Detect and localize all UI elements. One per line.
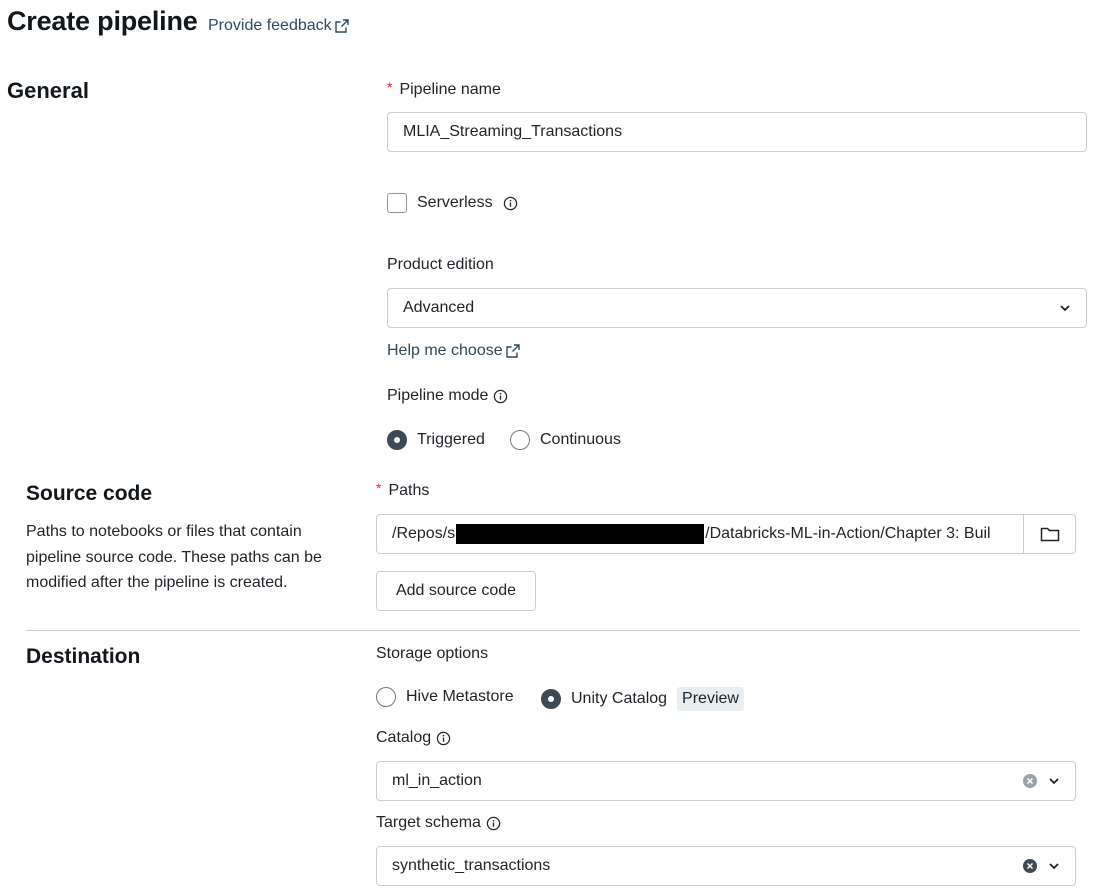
source-code-description: Paths to notebooks or files that contain… [26,523,322,591]
pipeline-mode-continuous[interactable]: Continuous [510,430,621,450]
destination-section-title: Destination [26,645,141,668]
triggered-radio[interactable] [387,430,407,450]
product-edition-select[interactable]: Advanced [387,288,1087,328]
feedback-link-label: Provide feedback [208,17,332,34]
paths-field: /Repos/s/Databricks-ML-in-Action/Chapter… [376,514,1076,554]
catalog-select[interactable]: ml_in_action [376,761,1076,801]
info-icon[interactable] [503,196,518,211]
pipeline-name-label: * Pipeline name [387,79,501,99]
product-edition-label: Product edition [387,256,494,273]
info-icon[interactable] [493,389,508,404]
add-source-code-button[interactable]: Add source code [376,571,536,611]
page-title: Create pipeline [7,6,198,36]
pipeline-mode-triggered[interactable]: Triggered [387,430,485,450]
clear-icon[interactable] [1022,858,1038,874]
redacted-block [456,524,705,544]
folder-icon [1040,527,1059,542]
continuous-label: Continuous [540,431,621,448]
help-link-label: Help me choose [387,342,503,359]
paths-label: * Paths [376,480,430,500]
target-schema-select[interactable]: synthetic_transactions [376,846,1076,886]
catalog-value: ml_in_action [392,772,482,789]
storage-unity-catalog[interactable]: Unity Catalog Preview [541,687,744,711]
serverless-option[interactable]: Serverless [387,193,518,213]
storage-hive-metastore[interactable]: Hive Metastore [376,687,514,707]
info-icon[interactable] [486,816,501,831]
pipeline-mode-label-text: Pipeline mode [387,387,489,404]
pipeline-name-input[interactable]: MLIA_Streaming_Transactions [387,112,1087,152]
catalog-label-text: Catalog [376,729,432,746]
continuous-radio[interactable] [510,430,530,450]
external-link-icon [334,19,349,33]
required-mark: * [376,480,382,496]
target-schema-label: Target schema [376,814,501,832]
provide-feedback-link[interactable]: Provide feedback [208,17,349,35]
product-edition-value: Advanced [403,299,475,316]
unity-catalog-label: Unity Catalog [571,690,668,707]
pipeline-mode-label: Pipeline mode [387,387,508,405]
browse-folder-button[interactable] [1024,514,1076,554]
storage-options-label: Storage options [376,645,489,662]
catalog-label: Catalog [376,729,451,747]
source-code-section-title: Source code [26,482,153,505]
pipeline-name-label-text: Pipeline name [399,81,501,98]
path-prefix: /Repos/ [392,525,448,542]
external-link-icon [505,344,520,358]
info-icon[interactable] [436,731,451,746]
paths-label-text: Paths [388,482,430,499]
preview-badge: Preview [677,687,744,711]
path-input[interactable]: /Repos/s/Databricks-ML-in-Action/Chapter… [376,514,1024,554]
section-divider [26,630,1080,631]
triggered-label: Triggered [417,431,485,448]
chevron-down-icon [1049,863,1059,870]
unity-catalog-radio[interactable] [541,689,561,709]
chevron-down-icon [1049,778,1059,785]
hive-metastore-radio[interactable] [376,687,396,707]
serverless-checkbox[interactable] [387,193,407,213]
serverless-label: Serverless [417,194,493,211]
chevron-down-icon [1060,305,1070,312]
clear-icon[interactable] [1022,773,1038,789]
general-section-title: General [7,78,89,103]
path-suffix: /Databricks-ML-in-Action/Chapter 3: Buil [705,525,991,542]
target-schema-value: synthetic_transactions [392,857,551,874]
hive-metastore-label: Hive Metastore [406,688,514,705]
required-mark: * [387,79,393,95]
target-schema-label-text: Target schema [376,814,481,831]
help-me-choose-link[interactable]: Help me choose [387,342,520,360]
path-partial-char: s [447,525,456,542]
